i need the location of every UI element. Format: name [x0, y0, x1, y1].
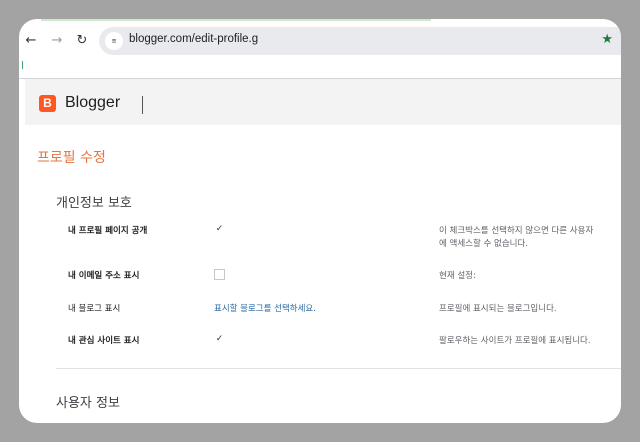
- header-divider: [142, 96, 143, 114]
- tune-icon[interactable]: ≡: [105, 32, 123, 50]
- address-bar[interactable]: ≡ blogger.com/edit-profile.g ★: [99, 27, 621, 55]
- followed-sites-checkbox[interactable]: ✓: [214, 334, 225, 345]
- url-text[interactable]: blogger.com/edit-profile.g: [129, 33, 258, 45]
- bookmark-bar: [19, 59, 621, 79]
- row-label-followed-sites: 내 관심 사이트 표시: [68, 336, 140, 346]
- bookmark-marker: [22, 61, 23, 69]
- forward-arrow-icon[interactable]: →: [49, 33, 65, 49]
- privacy-section-title: 개인정보 보호: [56, 196, 132, 211]
- user-info-section-title: 사용자 정보: [56, 396, 120, 411]
- page-load-progress: [41, 19, 431, 21]
- row-label-public-profile: 내 프로필 페이지 공개: [68, 226, 148, 236]
- back-arrow-icon[interactable]: ←: [23, 33, 39, 49]
- browser-window: ← → ↻ ≡ blogger.com/edit-profile.g ★ B B…: [19, 19, 621, 423]
- page-title: 프로필 수정: [37, 150, 106, 166]
- section-divider: [56, 368, 621, 369]
- star-icon[interactable]: ★: [601, 32, 613, 47]
- blogger-header: B Blogger: [25, 79, 621, 125]
- help-line: 에 액세스할 수 없습니다.: [439, 239, 529, 249]
- followed-sites-help: 팔로우하는 사이트가 프로필에 표시됩니다.: [439, 336, 591, 346]
- blogger-logo-icon[interactable]: B: [39, 95, 56, 112]
- help-line: 이 체크박스를 선택하지 않으면 다른 사용자: [439, 226, 594, 236]
- blogs-help: 프로필에 표시되는 블로그입니다.: [439, 304, 557, 314]
- blogger-logo-text[interactable]: Blogger: [65, 94, 120, 112]
- public-profile-help: 이 체크박스를 선택하지 않으면 다른 사용자 에 액세스할 수 없습니다.: [439, 225, 593, 251]
- row-label-blogs: 내 블로그 표시: [68, 304, 121, 314]
- browser-toolbar: ← → ↻ ≡ blogger.com/edit-profile.g ★: [19, 25, 621, 59]
- email-help: 현재 설정:: [439, 271, 476, 281]
- public-profile-checkbox[interactable]: ✓: [214, 224, 225, 235]
- select-blogs-link[interactable]: 표시할 블로그를 선택하세요.: [214, 302, 316, 314]
- reload-icon[interactable]: ↻: [74, 33, 90, 49]
- show-email-checkbox[interactable]: [214, 269, 225, 280]
- row-label-email: 내 이메일 주소 표시: [68, 271, 140, 281]
